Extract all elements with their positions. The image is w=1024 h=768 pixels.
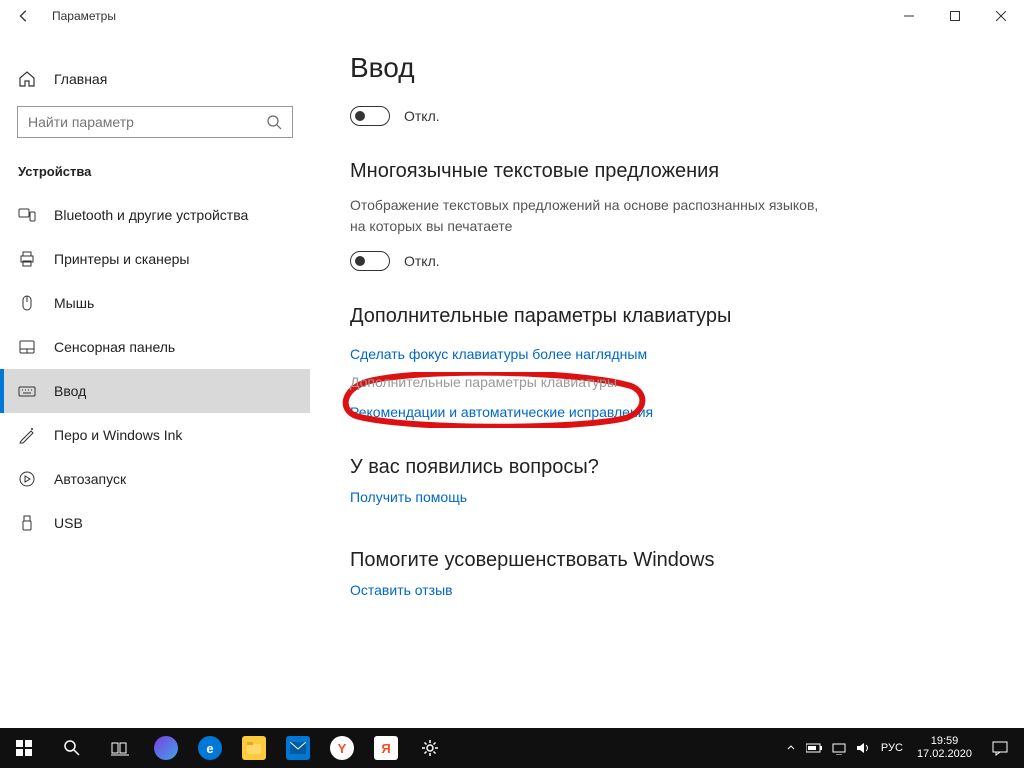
nav-label: Сенсорная панель (54, 339, 175, 355)
maximize-icon (950, 11, 960, 21)
close-icon (996, 11, 1006, 21)
devices-icon (18, 206, 36, 224)
pen-icon (18, 426, 36, 444)
home-label: Главная (54, 71, 107, 87)
sidebar-item-typing[interactable]: Ввод (0, 369, 310, 413)
tray-notifications[interactable] (980, 740, 1020, 756)
nav-label: Принтеры и сканеры (54, 251, 189, 267)
search-icon (63, 739, 81, 757)
tray-overflow[interactable] (779, 728, 803, 768)
taskbar-app-yandex2[interactable]: Я (364, 728, 408, 768)
multilang-heading: Многоязычные текстовые предложения (350, 160, 984, 183)
home-icon (18, 70, 36, 88)
sidebar-item-usb[interactable]: USB (0, 501, 310, 545)
windows-icon (15, 739, 33, 757)
back-button[interactable] (0, 0, 48, 32)
nav-label: Ввод (54, 383, 86, 399)
task-view-icon (111, 739, 129, 757)
link-focus[interactable]: Сделать фокус клавиатуры более наглядным (350, 346, 984, 362)
sidebar-item-autoplay[interactable]: Автозапуск (0, 457, 310, 501)
usb-icon (18, 514, 36, 532)
taskbar-app-alice[interactable] (144, 728, 188, 768)
sidebar-item-pen[interactable]: Перо и Windows Ink (0, 413, 310, 457)
toggle-1[interactable] (350, 106, 390, 126)
system-tray: РУС 19:59 17.02.2020 (779, 728, 1024, 768)
search-input[interactable] (28, 114, 266, 130)
feedback-heading: Помогите усовершенствовать Windows (350, 549, 984, 572)
touchpad-icon (18, 338, 36, 356)
home-nav[interactable]: Главная (0, 62, 310, 96)
sidebar-item-printers[interactable]: Принтеры и сканеры (0, 237, 310, 281)
start-button[interactable] (0, 728, 48, 768)
link-advanced-keyboard[interactable]: Дополнительные параметры клавиатуры (350, 374, 984, 390)
mouse-icon (18, 294, 36, 312)
keyboard-icon (18, 382, 36, 400)
printer-icon (18, 250, 36, 268)
titlebar: Параметры (0, 0, 1024, 32)
sidebar-item-mouse[interactable]: Мышь (0, 281, 310, 325)
multilang-desc: Отображение текстовых предложений на осн… (350, 195, 830, 237)
questions-heading: У вас появились вопросы? (350, 456, 984, 479)
tray-network-icon[interactable] (827, 728, 851, 768)
taskbar-app-settings[interactable] (408, 728, 452, 768)
nav-label: Перо и Windows Ink (54, 427, 182, 443)
tray-date: 17.02.2020 (917, 748, 972, 761)
link-get-help[interactable]: Получить помощь (350, 489, 984, 505)
link-feedback[interactable]: Оставить отзыв (350, 582, 984, 598)
tray-volume-icon[interactable] (851, 728, 875, 768)
toggle-multilang[interactable] (350, 251, 390, 271)
minimize-icon (904, 11, 914, 21)
search-box[interactable] (17, 106, 293, 138)
autoplay-icon (18, 470, 36, 488)
taskbar: e Y Я РУС 19:59 17.02.2020 (0, 728, 1024, 768)
taskbar-app-mail[interactable] (276, 728, 320, 768)
tray-language[interactable]: РУС (875, 742, 909, 754)
sidebar-item-touchpad[interactable]: Сенсорная панель (0, 325, 310, 369)
taskbar-app-yandex1[interactable]: Y (320, 728, 364, 768)
tray-battery-icon[interactable] (803, 728, 827, 768)
page-title: Ввод (350, 52, 984, 84)
nav-label: Мышь (54, 295, 94, 311)
back-arrow-icon (17, 9, 31, 23)
task-view-button[interactable] (96, 728, 144, 768)
tray-clock[interactable]: 19:59 17.02.2020 (909, 735, 980, 761)
window-title: Параметры (52, 9, 116, 23)
maximize-button[interactable] (932, 0, 978, 32)
gear-icon (420, 738, 440, 758)
sidebar: Главная Устройства Bluetooth и другие ус… (0, 32, 310, 728)
sidebar-section-label: Устройства (0, 138, 310, 193)
tray-time: 19:59 (917, 735, 972, 748)
nav-label: Bluetooth и другие устройства (54, 207, 248, 223)
taskbar-app-explorer[interactable] (232, 728, 276, 768)
nav-label: Автозапуск (54, 471, 126, 487)
nav-label: USB (54, 515, 83, 531)
link-corrections[interactable]: Рекомендации и автоматические исправлени… (350, 404, 984, 420)
content-area: Ввод Откл. Многоязычные текстовые предло… (310, 32, 1024, 728)
sidebar-item-bluetooth[interactable]: Bluetooth и другие устройства (0, 193, 310, 237)
search-icon (266, 114, 282, 130)
taskbar-search[interactable] (48, 728, 96, 768)
close-button[interactable] (978, 0, 1024, 32)
advanced-heading: Дополнительные параметры клавиатуры (350, 305, 984, 328)
minimize-button[interactable] (886, 0, 932, 32)
toggle-1-label: Откл. (404, 108, 440, 124)
toggle-multilang-label: Откл. (404, 253, 440, 269)
taskbar-app-edge[interactable]: e (188, 728, 232, 768)
